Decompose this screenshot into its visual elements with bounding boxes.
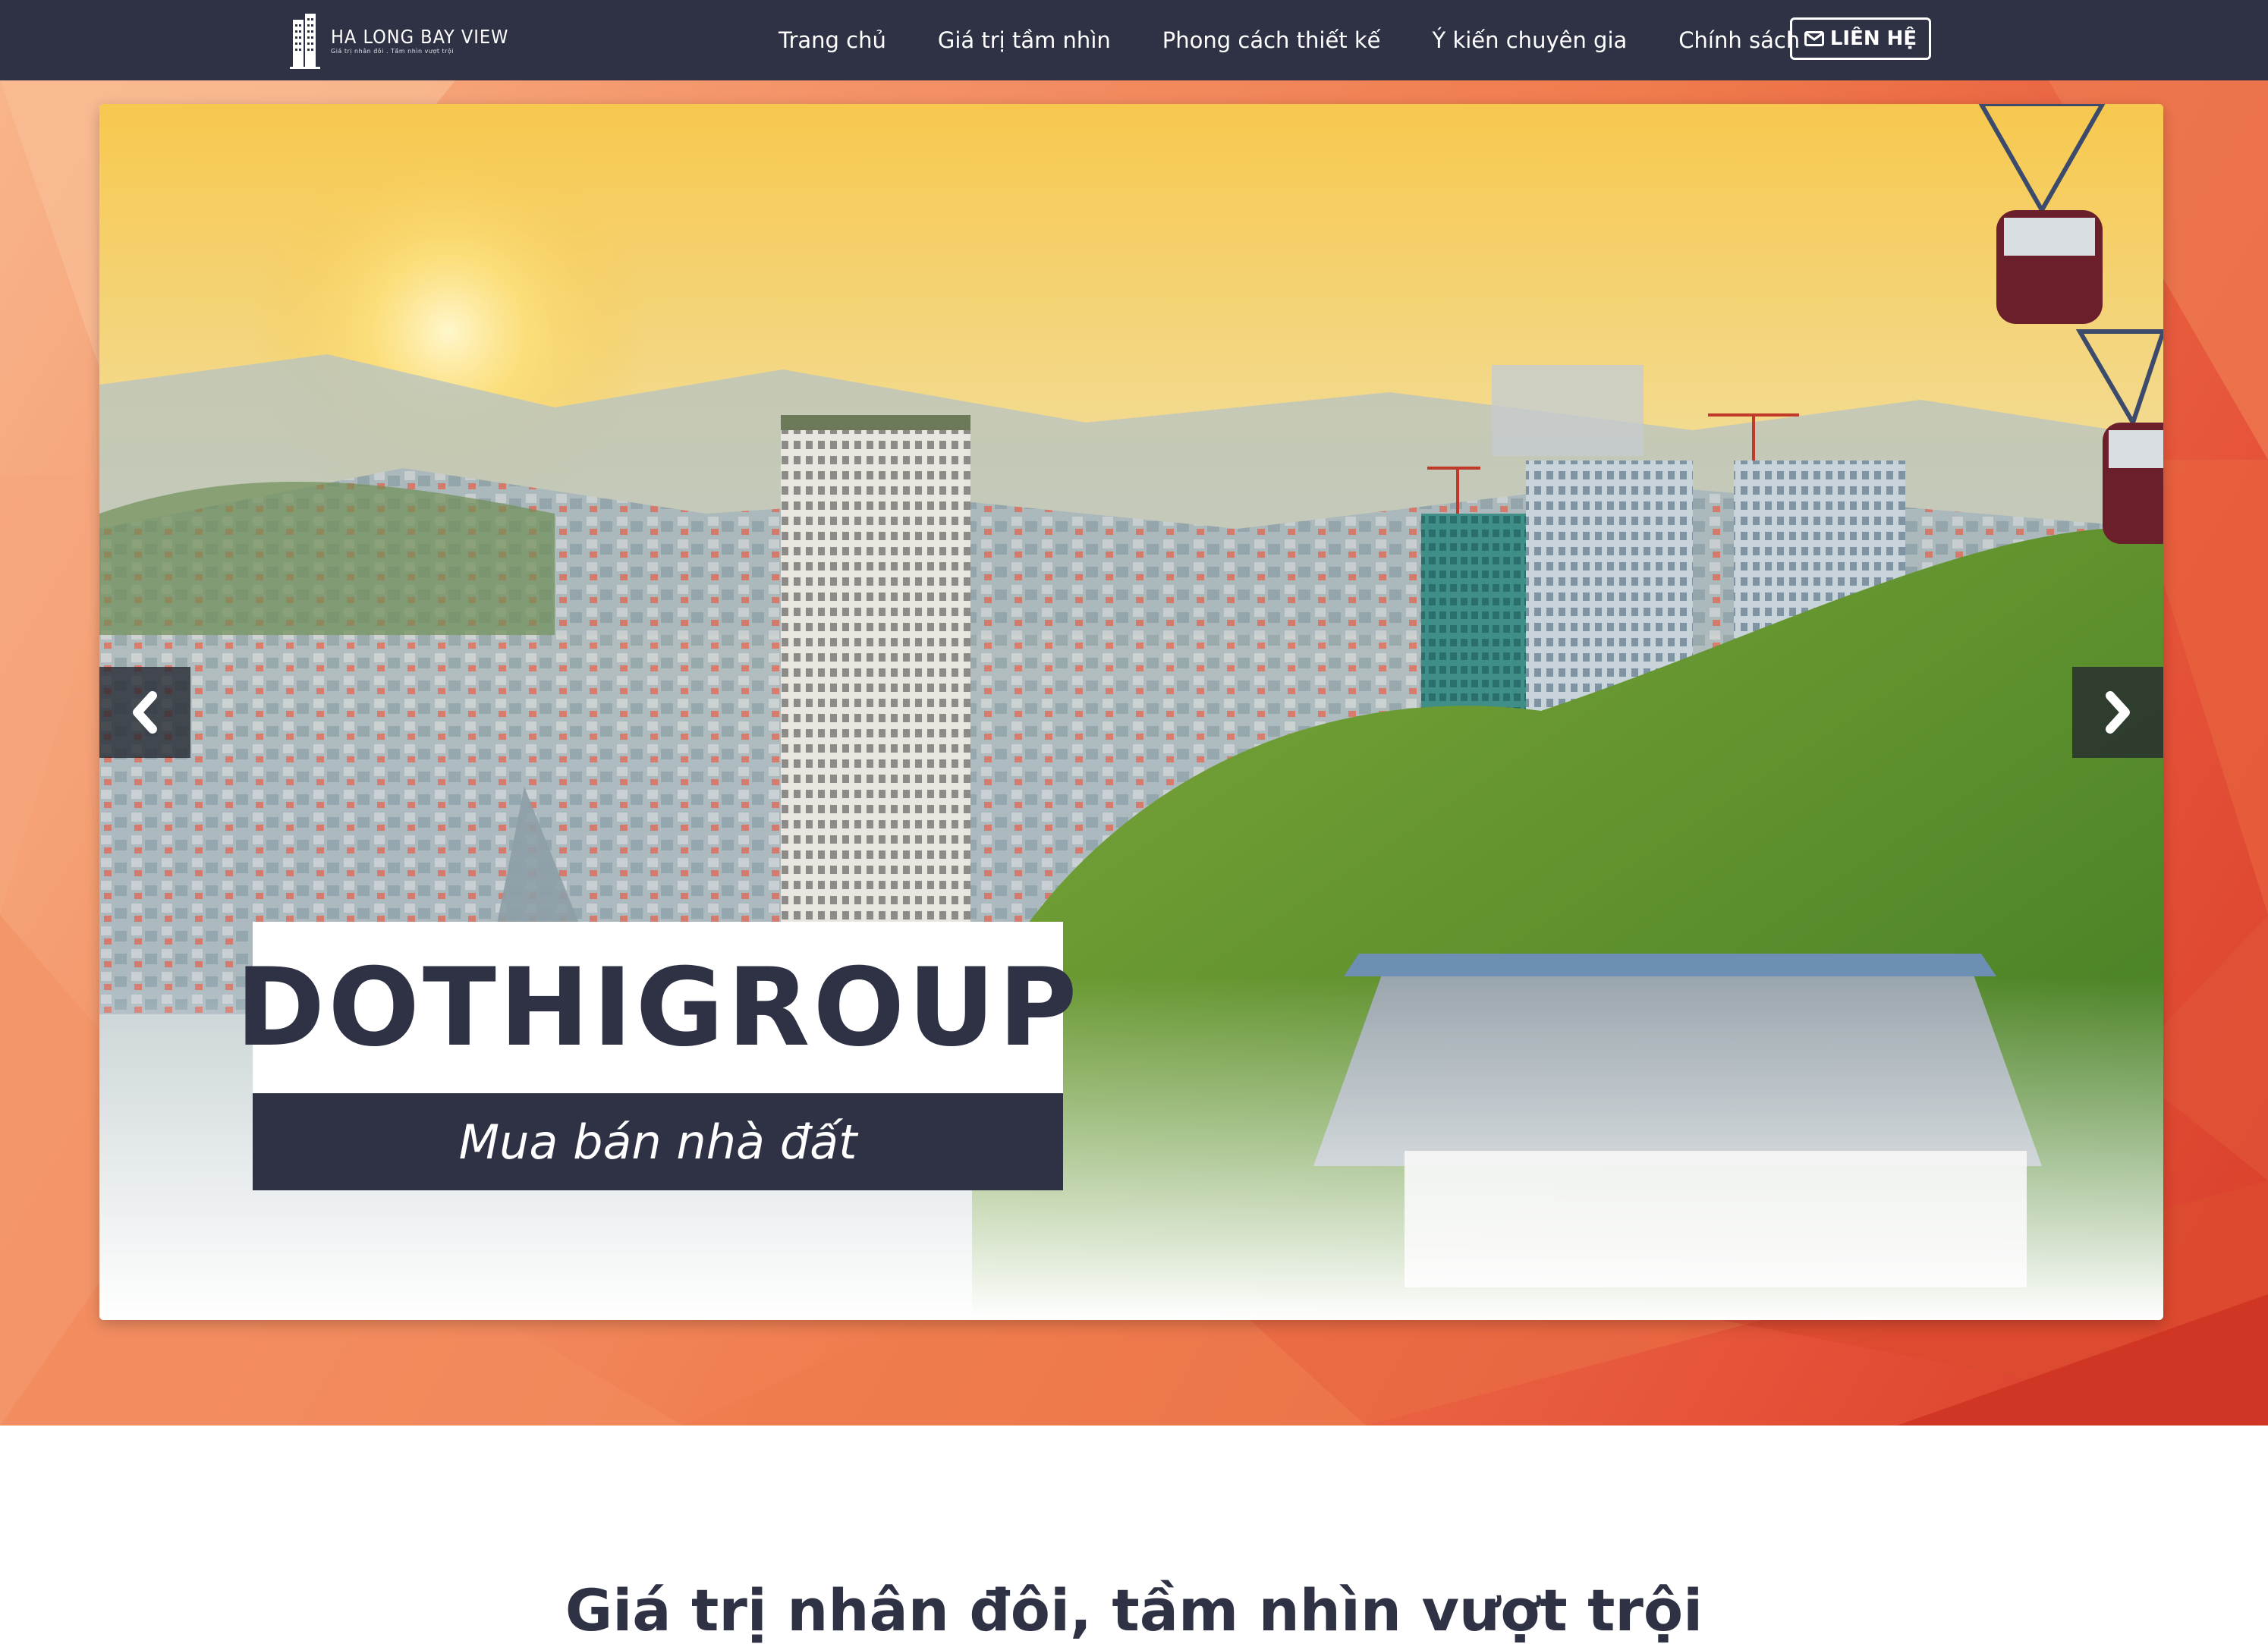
slide-caption: DOTHIGROUP Mua bán nhà đất	[235, 922, 1077, 1190]
logo-tagline: Giá trị nhân đôi . Tầm nhìn vượt trội	[331, 48, 455, 55]
nav-home[interactable]: Trang chủ	[779, 27, 886, 53]
envelope-icon	[1804, 31, 1824, 46]
chevron-right-icon	[2106, 691, 2130, 734]
site-logo[interactable]: HA LONG BAY VIEW Giá trị nhân đôi . Tầm …	[290, 12, 508, 70]
slider-prev-button[interactable]	[99, 667, 190, 758]
logo-title: HA LONG BAY VIEW	[331, 26, 509, 48]
hero-slider[interactable]: DOTHIGROUP Mua bán nhà đất	[99, 104, 2163, 1320]
slider-next-button[interactable]	[2072, 667, 2163, 758]
nav-vision-value[interactable]: Giá trị tầm nhìn	[938, 27, 1111, 53]
hero-section: DOTHIGROUP Mua bán nhà đất	[0, 80, 2268, 1426]
chevron-left-icon	[133, 691, 157, 734]
building-logo-icon	[290, 12, 320, 70]
nav-policy[interactable]: Chính sách	[1678, 27, 1800, 53]
section-heading: Giá trị nhân đôi, tầm nhìn vượt trội	[565, 1576, 1703, 1644]
nav-expert-opinion[interactable]: Ý kiến chuyên gia	[1433, 27, 1628, 53]
caption-subtitle: Mua bán nhà đất	[253, 1093, 1063, 1190]
contact-label: LIÊN HỆ	[1829, 27, 1917, 50]
main-menu: Trang chủ Giá trị tầm nhìn Phong cách th…	[779, 0, 1851, 80]
caption-title: DOTHIGROUP	[235, 922, 1077, 1093]
contact-button[interactable]: LIÊN HỆ	[1790, 17, 1931, 60]
nav-design-style[interactable]: Phong cách thiết kế	[1162, 27, 1381, 53]
top-navbar: HA LONG BAY VIEW Giá trị nhân đôi . Tầm …	[0, 0, 2268, 80]
